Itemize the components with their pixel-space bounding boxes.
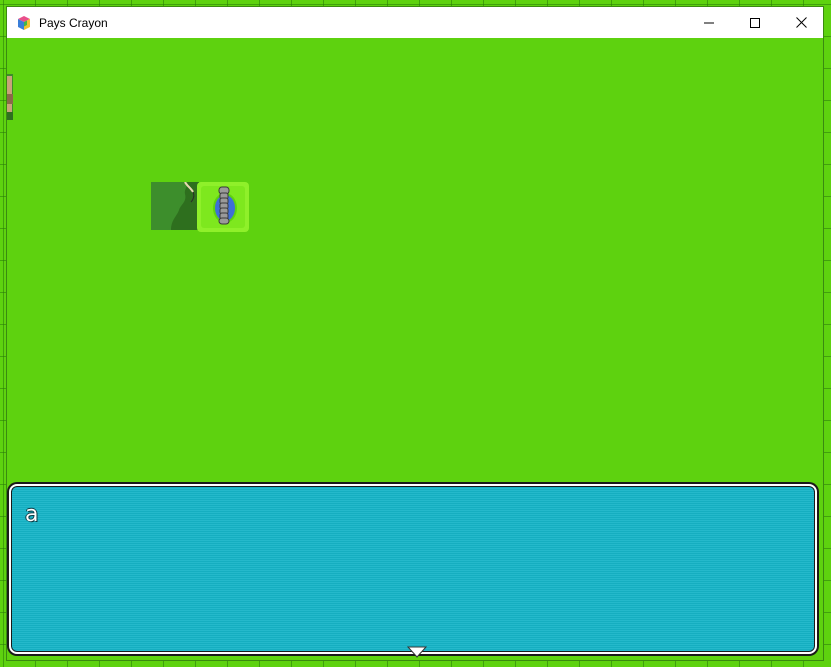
window-title: Pays Crayon (39, 15, 108, 30)
title-bar[interactable]: Pays Crayon (7, 7, 823, 38)
app-icon (18, 15, 30, 30)
player-sprite[interactable] (195, 178, 251, 234)
minimize-button[interactable] (686, 7, 732, 38)
game-map[interactable]: a (7, 38, 823, 660)
edge-prop-sprite (7, 74, 13, 120)
dialog-text: a (25, 502, 39, 527)
maximize-icon (750, 17, 760, 28)
continue-arrow-icon[interactable] (407, 646, 427, 658)
close-button[interactable] (778, 7, 824, 38)
minimize-icon (704, 22, 714, 23)
tree-sprite (151, 182, 199, 230)
close-icon (795, 17, 807, 28)
dialog-box[interactable]: a (9, 484, 817, 658)
maximize-button[interactable] (732, 7, 778, 38)
game-window: Pays Crayon a (7, 7, 823, 660)
